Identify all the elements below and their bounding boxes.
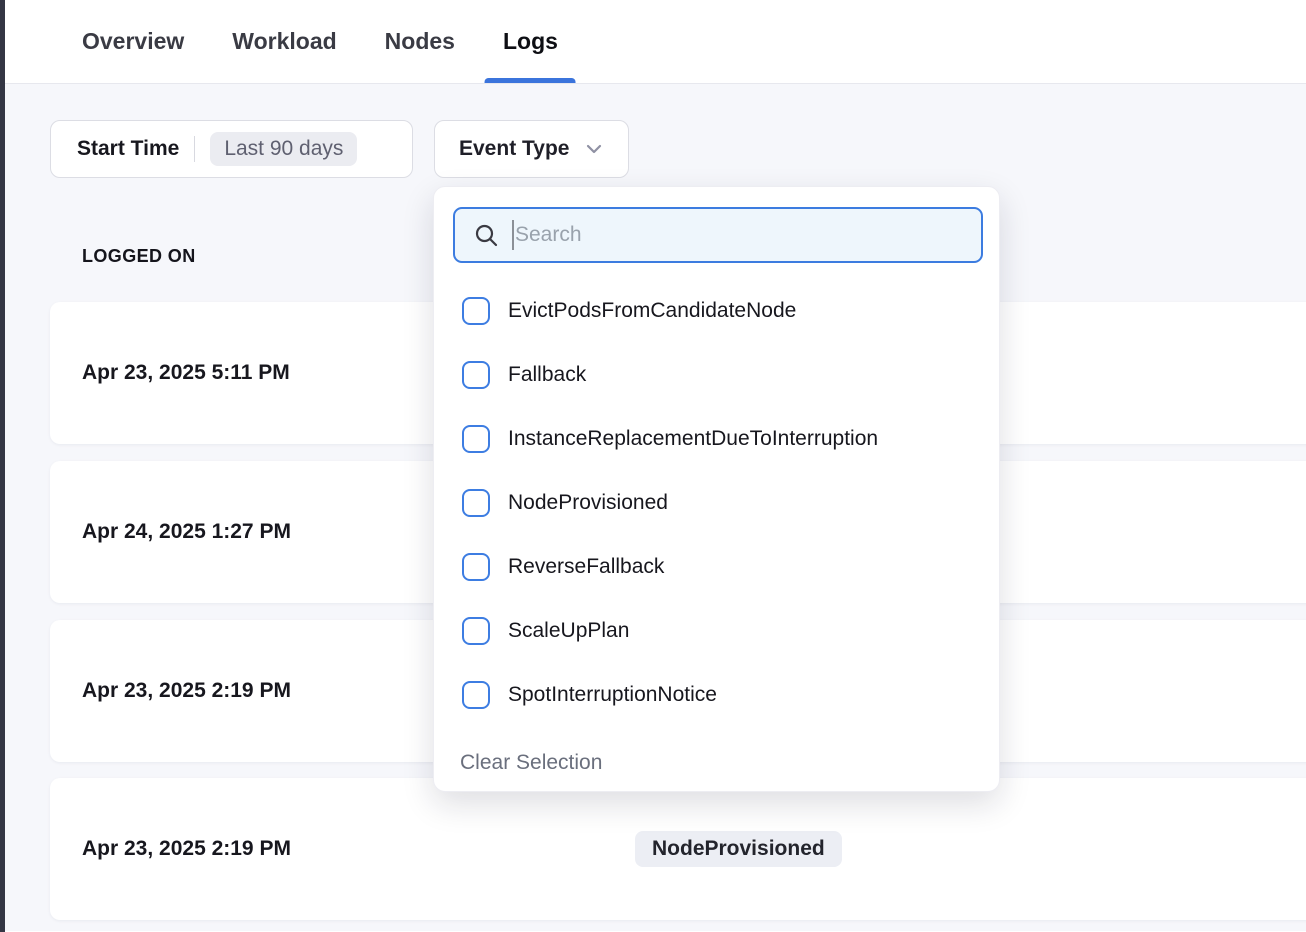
column-header-logged-on: LOGGED ON bbox=[82, 246, 196, 267]
search-input[interactable] bbox=[515, 223, 967, 247]
option-label: Fallback bbox=[508, 363, 586, 387]
logs-content: Start Time Last 90 days Event Type LOGGE… bbox=[0, 84, 1306, 931]
log-row[interactable]: Apr 23, 2025 2:19 PM NodeProvisioned bbox=[50, 778, 1306, 920]
active-tab-indicator bbox=[485, 78, 576, 83]
event-type-filter-button[interactable]: Event Type bbox=[434, 120, 629, 178]
clear-selection-button[interactable]: Clear Selection bbox=[434, 735, 999, 791]
event-type-option[interactable]: EvictPodsFromCandidateNode bbox=[434, 279, 999, 343]
checkbox[interactable] bbox=[462, 553, 490, 581]
event-type-options: EvictPodsFromCandidateNode Fallback Inst… bbox=[434, 279, 999, 791]
tab-nodes[interactable]: Nodes bbox=[385, 0, 455, 83]
option-label: ScaleUpPlan bbox=[508, 619, 629, 643]
event-type-option[interactable]: Fallback bbox=[434, 343, 999, 407]
event-type-dropdown: EvictPodsFromCandidateNode Fallback Inst… bbox=[433, 186, 1000, 792]
tab-bar: Overview Workload Nodes Logs bbox=[0, 0, 1306, 84]
checkbox[interactable] bbox=[462, 361, 490, 389]
start-time-value-pill[interactable]: Last 90 days bbox=[210, 132, 357, 166]
checkbox[interactable] bbox=[462, 489, 490, 517]
tab-workload-label: Workload bbox=[232, 28, 336, 55]
tab-nodes-label: Nodes bbox=[385, 28, 455, 55]
event-type-option[interactable]: ScaleUpPlan bbox=[434, 599, 999, 663]
checkbox[interactable] bbox=[462, 425, 490, 453]
tab-workload[interactable]: Workload bbox=[232, 0, 336, 83]
logged-on-cell: Apr 23, 2025 2:19 PM bbox=[82, 837, 291, 861]
logged-on-cell: Apr 24, 2025 1:27 PM bbox=[82, 520, 291, 544]
checkbox[interactable] bbox=[462, 681, 490, 709]
start-time-filter[interactable]: Start Time Last 90 days bbox=[50, 120, 413, 178]
checkbox[interactable] bbox=[462, 297, 490, 325]
tab-overview-label: Overview bbox=[82, 28, 184, 55]
start-time-label: Start Time bbox=[77, 137, 179, 161]
sidebar-edge bbox=[0, 0, 5, 932]
search-icon bbox=[473, 222, 500, 249]
option-label: InstanceReplacementDueToInterruption bbox=[508, 427, 878, 451]
option-label: ReverseFallback bbox=[508, 555, 664, 579]
logged-on-cell: Apr 23, 2025 2:19 PM bbox=[82, 679, 291, 703]
tab-logs[interactable]: Logs bbox=[503, 0, 558, 83]
checkbox[interactable] bbox=[462, 617, 490, 645]
chevron-down-icon bbox=[584, 139, 604, 159]
event-type-option[interactable]: NodeProvisioned bbox=[434, 471, 999, 535]
text-caret bbox=[512, 220, 514, 250]
event-type-badge: NodeProvisioned bbox=[635, 831, 842, 867]
tab-logs-label: Logs bbox=[503, 28, 558, 55]
logged-on-cell: Apr 23, 2025 5:11 PM bbox=[82, 361, 290, 385]
event-type-label: Event Type bbox=[459, 137, 569, 161]
search-field[interactable] bbox=[453, 207, 983, 263]
filter-divider bbox=[194, 136, 195, 162]
event-type-option[interactable]: InstanceReplacementDueToInterruption bbox=[434, 407, 999, 471]
event-type-option[interactable]: ReverseFallback bbox=[434, 535, 999, 599]
option-label: EvictPodsFromCandidateNode bbox=[508, 299, 796, 323]
option-label: SpotInterruptionNotice bbox=[508, 683, 717, 707]
tab-overview[interactable]: Overview bbox=[82, 0, 184, 83]
event-type-option[interactable]: SpotInterruptionNotice bbox=[434, 663, 999, 727]
option-label: NodeProvisioned bbox=[508, 491, 668, 515]
